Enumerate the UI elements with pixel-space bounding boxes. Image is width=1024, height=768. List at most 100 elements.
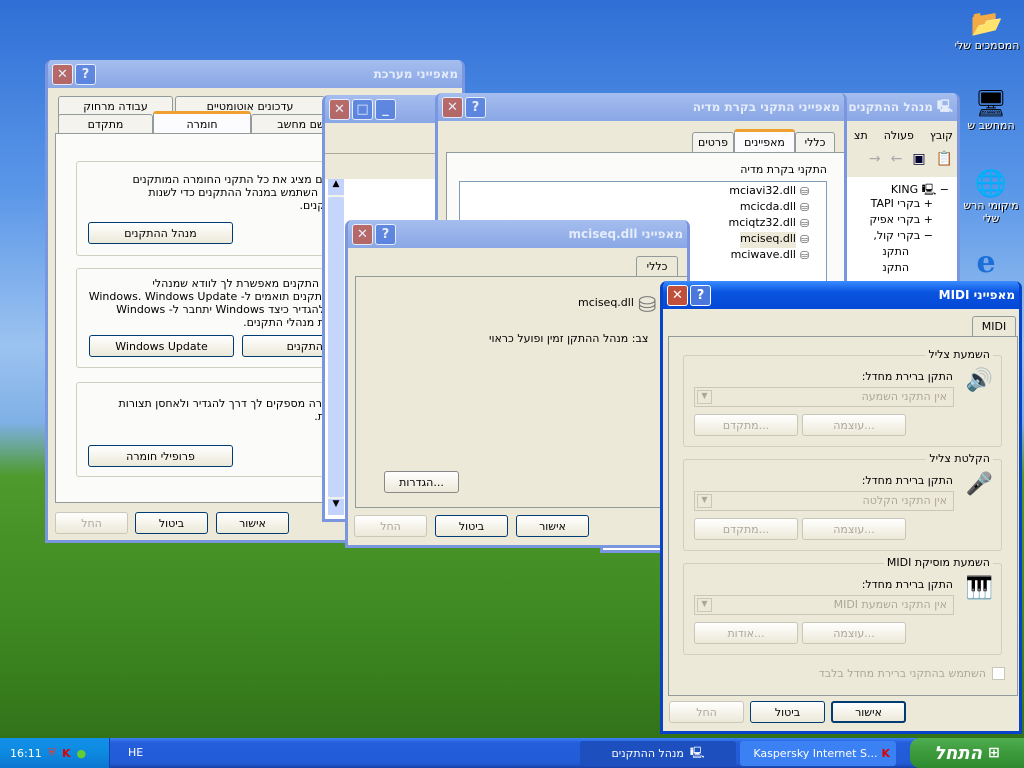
device-manager-button[interactable]: מנהל ההתקנים — [88, 222, 233, 244]
advanced-button: מתקדם... — [694, 518, 798, 540]
window-title: מאפייני התקני בקרת מדיה — [692, 100, 840, 114]
volume-button: עוצמה... — [802, 414, 906, 436]
list-label: התקני בקרת מדיה — [740, 163, 827, 176]
tree-label: בקרי אפיק — [869, 213, 921, 226]
ok-button[interactable]: אישור — [831, 701, 906, 723]
scroll-up-button[interactable]: ▲ — [328, 179, 344, 195]
language-indicator[interactable]: HE — [128, 746, 143, 759]
cancel-button[interactable]: ביטול — [750, 701, 825, 723]
close-button[interactable]: ✕ — [667, 284, 688, 306]
tab-general[interactable]: כללי — [795, 132, 835, 152]
close-button[interactable]: ✕ — [352, 223, 373, 245]
media-driver-icon: ⛁ ⛁ ⛁ ⛁ ⛁ — [800, 185, 810, 262]
playback-group: השמעת צליל 🔊 התקן ברירת מחדל: אין התקני … — [683, 348, 1002, 447]
device-manager-icon: 🖳 — [689, 746, 705, 759]
tree-label: בקרי קול, — [873, 229, 921, 242]
default-devices-only-checkbox: השתמש בהתקני ברירת מחדל בלבד — [819, 667, 1005, 680]
chevron-down-icon: ▼ — [697, 598, 712, 612]
tab-panel: ⛁ mciseq.dll צב: מנהל ההתקן זמין ופועל כ… — [355, 276, 687, 508]
taskbar-button-device-manager[interactable]: 🖳 מנהל ההתקנים — [580, 741, 736, 766]
tab-properties[interactable]: מאפיינים — [734, 129, 795, 152]
tab-general[interactable]: כללי — [636, 256, 678, 276]
volume-button: עוצמה... — [802, 518, 906, 540]
description: י התקנים מאפשרת לך לוודא שמנהלי — [152, 277, 325, 290]
show-hide-tree-icon[interactable]: ▣ — [912, 151, 925, 167]
kaspersky-tray-icon[interactable]: K — [62, 747, 71, 760]
menu-file[interactable]: קובץ — [930, 129, 953, 142]
tab-panel: השמעת צליל 🔊 התקן ברירת מחדל: אין התקני … — [668, 336, 1018, 696]
close-button[interactable]: ✕ — [52, 63, 73, 85]
list-item-selected[interactable]: mciseq.dll — [740, 232, 796, 248]
menu-action[interactable]: פעולה — [884, 129, 914, 142]
vertical-scrollbar[interactable]: ▲ ▼ — [328, 179, 344, 515]
settings-button[interactable]: הגדרות... — [384, 471, 459, 493]
group-title: השמעת צליל — [925, 348, 993, 361]
group-title: הקלטת צליל — [926, 452, 993, 465]
item-label: mciqtz32.dll — [728, 216, 796, 229]
device-manager-icon: 🖳 — [936, 98, 953, 113]
tab-advanced[interactable]: מתקדם — [58, 114, 153, 134]
tab-details[interactable]: פרטים — [692, 132, 734, 152]
item-label: mcicda.dll — [739, 200, 796, 213]
expand-toggle[interactable]: + — [924, 197, 933, 210]
messenger-icon[interactable]: ● — [76, 747, 86, 760]
cancel-button[interactable]: ביטול — [135, 512, 208, 534]
forward-icon[interactable]: → — [869, 151, 881, 167]
list-item[interactable]: mcicda.dll — [740, 200, 796, 216]
tree-label: בקרי TAPI — [870, 197, 921, 210]
item-label: mciwave.dll — [730, 248, 796, 261]
description: להגדיר כיצד Windows יתחבר ל- Windows — [116, 303, 325, 316]
list-item[interactable]: mciwave.dll — [731, 248, 796, 264]
playback-device-select: אין התקני השמעה ▼ — [694, 387, 954, 407]
list-item[interactable]: mciqtz32.dll — [729, 216, 796, 232]
help-button[interactable]: ? — [75, 63, 96, 85]
tab-midi[interactable]: MIDI — [972, 316, 1016, 336]
internet-explorer-icon[interactable]: e — [966, 244, 1006, 280]
close-button[interactable]: ✕ — [329, 98, 350, 120]
hardware-profiles-button[interactable]: פרופילי חומרה — [88, 445, 233, 467]
close-button[interactable]: ✕ — [442, 96, 463, 118]
list-item[interactable]: mciavi32.dll — [729, 184, 796, 200]
desktop-icon-my-documents[interactable]: 📂 המסמכים שלי — [950, 2, 1024, 58]
back-icon[interactable]: ← — [891, 151, 903, 167]
select-value: אין התקני הקלטה — [862, 494, 947, 507]
tab-hardware[interactable]: חומרה — [153, 111, 251, 134]
midi-device-select: אין התקני השמעת MIDI ▼ — [694, 595, 954, 615]
expand-toggle[interactable]: + — [924, 213, 933, 226]
minimize-button[interactable]: _ — [375, 98, 396, 120]
windows-update-button[interactable]: Windows Update — [89, 335, 234, 357]
system-tray: 16:11 ⛨ K ● — [0, 738, 110, 768]
ok-button[interactable]: אישור — [516, 515, 589, 537]
help-button[interactable]: ? — [375, 223, 396, 245]
checkbox-box — [992, 667, 1005, 680]
cancel-button[interactable]: ביטול — [435, 515, 508, 537]
collapse-toggle[interactable]: − — [940, 183, 949, 196]
midi-properties-window: מאפייני MIDI ✕? MIDI השמעת צליל 🔊 התקן ב… — [660, 281, 1022, 734]
help-button[interactable]: ? — [465, 96, 486, 118]
description: ים מציג את כל התקני החומרה המותקנים — [132, 173, 325, 186]
scroll-thumb[interactable] — [328, 197, 344, 497]
start-button[interactable]: ⊞ התחל — [910, 738, 1024, 768]
desktop-icon-network[interactable]: 🌐 מיקומי הרש שלי — [958, 162, 1024, 232]
recording-device-select: אין התקני הקלטה ▼ — [694, 491, 954, 511]
toolbar: → ← ▣ 📋 — [869, 151, 953, 167]
item-label: mciseq.dll — [740, 232, 796, 245]
chevron-down-icon: ▼ — [697, 390, 712, 404]
apply-button: החל — [55, 512, 128, 534]
maximize-button[interactable]: □ — [352, 98, 373, 120]
collapse-toggle[interactable]: − — [924, 229, 933, 242]
windows-logo-icon: ⊞ — [988, 745, 1000, 761]
help-button[interactable]: ? — [690, 284, 711, 306]
item-label: mciavi32.dll — [729, 184, 796, 197]
ok-button[interactable]: אישור — [216, 512, 289, 534]
recording-group: הקלטת צליל 🎤 התקן ברירת מחדל: אין התקני … — [683, 452, 1002, 551]
description: ורה מספקים לך דרך להגדיר ולאחסן תצורות — [118, 397, 325, 410]
desktop-icon-my-computer[interactable]: 🖥 המחשב ש — [958, 82, 1024, 138]
default-device-label: התקן ברירת מחדל: — [861, 578, 953, 591]
clock[interactable]: 16:11 — [10, 747, 42, 760]
properties-icon[interactable]: 📋 — [936, 151, 953, 167]
security-alert-icon[interactable]: ⛨ — [48, 746, 56, 760]
menu-view[interactable]: תצ — [854, 129, 868, 142]
taskbar-button-kaspersky[interactable]: Kaspersky Internet S... K — [740, 741, 896, 766]
scroll-down-button[interactable]: ▼ — [328, 499, 344, 515]
